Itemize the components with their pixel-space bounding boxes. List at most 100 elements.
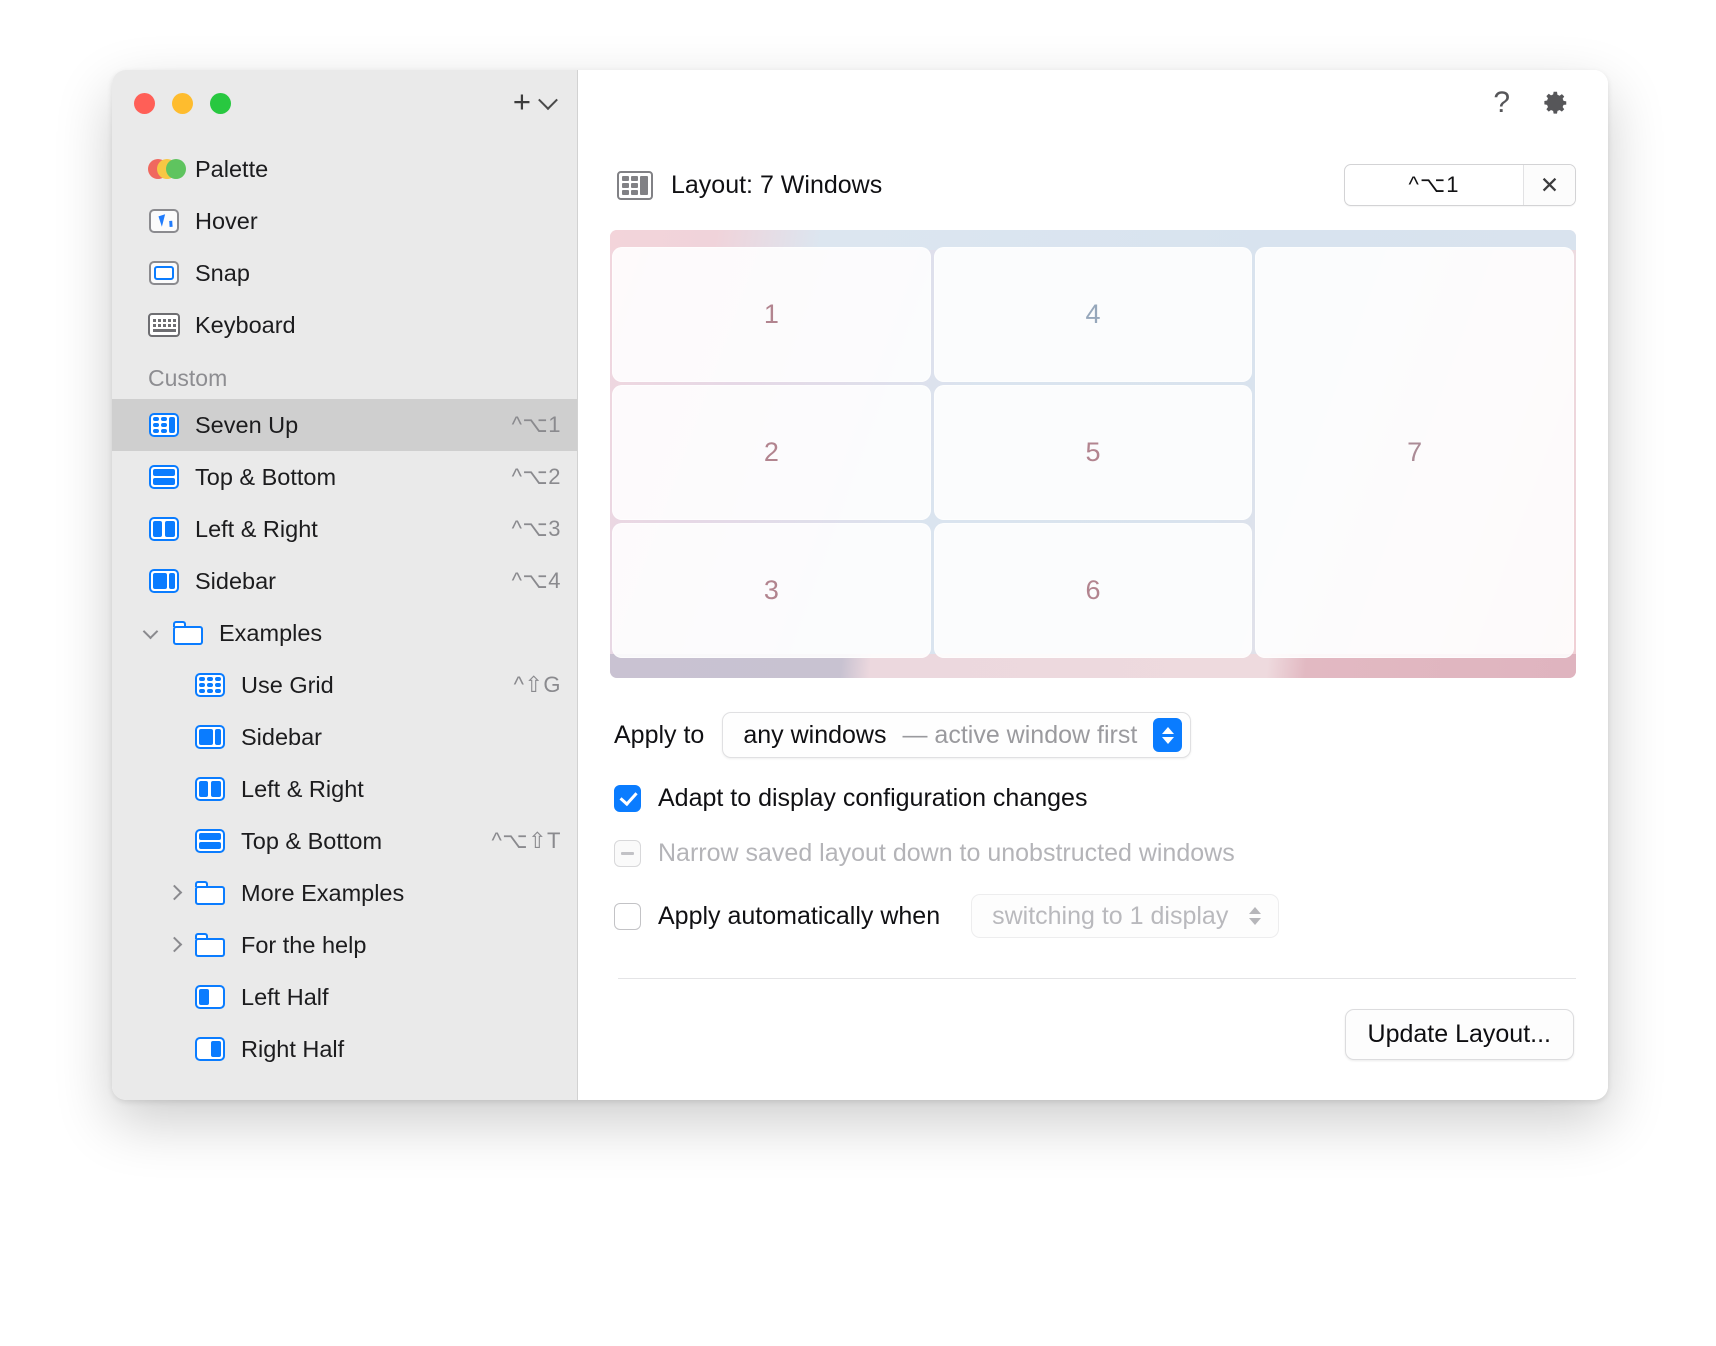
add-layout-button[interactable]: + bbox=[513, 86, 531, 121]
shortcut-value[interactable]: ^⌥1 bbox=[1345, 165, 1523, 205]
sidebar-item-label: Left & Right bbox=[195, 515, 318, 542]
minimize-button[interactable] bbox=[172, 92, 193, 114]
sidebar-item-seven-up[interactable]: Seven Up ^⌥1 bbox=[112, 399, 577, 451]
sidebar-item-label: Sidebar bbox=[195, 567, 276, 594]
cursor-icon bbox=[148, 205, 180, 237]
left-right-icon bbox=[194, 773, 226, 805]
sidebar-item-label: Palette bbox=[195, 155, 269, 182]
left-half-icon bbox=[194, 981, 226, 1013]
sidebar-item-label: Right Half bbox=[241, 1035, 345, 1062]
clear-shortcut-icon[interactable]: ✕ bbox=[1523, 165, 1575, 205]
auto-apply-checkbox[interactable] bbox=[614, 902, 641, 930]
sidebar-item-label: Hover bbox=[195, 207, 258, 234]
grid-icon bbox=[194, 669, 226, 701]
sidebar-item-use-grid[interactable]: Use Grid ^⇧G bbox=[112, 659, 577, 711]
sidebar-item-label: Top & Bottom bbox=[241, 827, 383, 854]
preview-tile[interactable]: 6 bbox=[933, 523, 1253, 658]
sidebar-item-snap[interactable]: Snap bbox=[112, 247, 577, 299]
chevron-down-icon[interactable] bbox=[142, 622, 164, 644]
sidebar-folder-label: For the help bbox=[241, 931, 367, 958]
adapt-display-label: Adapt to display configuration changes bbox=[658, 784, 1088, 812]
preview-tile[interactable]: 5 bbox=[933, 385, 1253, 520]
sidebar-item-label: Snap bbox=[195, 259, 250, 286]
apply-to-value: any windows bbox=[743, 720, 887, 749]
zoom-button[interactable] bbox=[210, 92, 231, 114]
auto-apply-label: Apply automatically when bbox=[658, 901, 941, 930]
folder-icon bbox=[172, 617, 204, 649]
preview-tile[interactable]: 1 bbox=[612, 247, 931, 382]
main-toolbar: ? bbox=[610, 70, 1576, 136]
sidebar-item-shortcut: ^⌥⇧T bbox=[491, 828, 561, 853]
sidebar-folder-more-examples[interactable]: More Examples bbox=[112, 867, 577, 919]
narrow-layout-checkbox bbox=[614, 840, 641, 867]
sidebar-folder-for-the-help[interactable]: For the help bbox=[112, 919, 577, 971]
apply-to-value-detail: — active window first bbox=[902, 720, 1138, 749]
chevron-updown-icon[interactable] bbox=[1153, 718, 1183, 752]
right-half-icon bbox=[194, 1033, 226, 1065]
sidebar-folder-examples[interactable]: Examples bbox=[112, 607, 577, 659]
apply-to-select[interactable]: any windows — active window first bbox=[722, 712, 1192, 758]
section-divider bbox=[618, 978, 1576, 979]
chevron-right-icon[interactable] bbox=[164, 882, 186, 904]
palette-icon bbox=[148, 153, 186, 185]
adapt-display-row[interactable]: Adapt to display configuration changes bbox=[614, 784, 1576, 813]
auto-apply-row[interactable]: Apply automatically when switching to 1 … bbox=[614, 894, 1576, 938]
sidebar-item-label: Keyboard bbox=[195, 311, 296, 338]
auto-apply-select[interactable]: switching to 1 display bbox=[971, 894, 1280, 938]
help-icon[interactable]: ? bbox=[1493, 88, 1510, 118]
preview-tiles: 1 2 3 4 5 6 7 bbox=[612, 247, 1574, 658]
sidebar-item-example-sidebar[interactable]: Sidebar bbox=[112, 711, 577, 763]
shortcut-field[interactable]: ^⌥1 ✕ bbox=[1344, 164, 1576, 206]
preview-tile[interactable]: 7 bbox=[1255, 247, 1574, 658]
chevron-down-icon[interactable] bbox=[538, 90, 558, 111]
sidebar-item-label: Left Half bbox=[241, 983, 329, 1010]
layout-controls: Apply to any windows — active window fir… bbox=[610, 678, 1576, 1060]
narrow-layout-label: Narrow saved layout down to unobstructed… bbox=[658, 839, 1235, 867]
app-window: + Palette Hover Snap Keyboard Custom Sev… bbox=[112, 70, 1608, 1100]
sidebar-item-shortcut: ^⌥2 bbox=[511, 464, 561, 489]
update-layout-button[interactable]: Update Layout... bbox=[1344, 1009, 1574, 1060]
sidebar-item-left-half[interactable]: Left Half bbox=[112, 971, 577, 1023]
auto-apply-select-value: switching to 1 display bbox=[992, 901, 1229, 930]
chevron-updown-icon[interactable] bbox=[1244, 901, 1266, 931]
sidebar-item-keyboard[interactable]: Keyboard bbox=[112, 299, 577, 351]
sidebar-list: Palette Hover Snap Keyboard Custom Seven… bbox=[112, 136, 577, 1100]
sidebar-item-top-bottom[interactable]: Top & Bottom ^⌥2 bbox=[112, 451, 577, 503]
sidebar-item-sidebar-custom[interactable]: Sidebar ^⌥4 bbox=[112, 555, 577, 607]
chevron-right-icon[interactable] bbox=[164, 934, 186, 956]
sidebar-item-hover[interactable]: Hover bbox=[112, 195, 577, 247]
sidebar-item-shortcut: ^⌥1 bbox=[511, 412, 561, 437]
sidebar-item-label: Top & Bottom bbox=[195, 463, 337, 490]
sidebar-item-example-left-right[interactable]: Left & Right bbox=[112, 763, 577, 815]
sidebar-item-shortcut: ^⇧G bbox=[513, 672, 561, 697]
sidebar-item-example-top-bottom[interactable]: Top & Bottom ^⌥⇧T bbox=[112, 815, 577, 867]
window-titlebar: + bbox=[112, 70, 577, 136]
main-panel: ? Layout: 7 Windows ^⌥1 ✕ 1 2 3 4 5 6 7 … bbox=[578, 70, 1608, 1100]
sidebar-group-custom: Custom bbox=[148, 364, 228, 391]
sidebar-icon bbox=[148, 565, 180, 597]
preview-tile[interactable]: 3 bbox=[612, 523, 931, 658]
footer-actions: Update Layout... bbox=[614, 1009, 1576, 1060]
apply-to-row: Apply to any windows — active window fir… bbox=[614, 712, 1576, 758]
sidebar-item-left-right[interactable]: Left & Right ^⌥3 bbox=[112, 503, 577, 555]
grid-7-icon bbox=[148, 409, 180, 441]
folder-icon bbox=[194, 929, 226, 961]
sidebar-item-label: Use Grid bbox=[241, 671, 334, 698]
screen: + Palette Hover Snap Keyboard Custom Sev… bbox=[0, 0, 1716, 1346]
keyboard-icon bbox=[148, 309, 180, 341]
left-right-icon bbox=[148, 513, 180, 545]
apply-to-label: Apply to bbox=[614, 720, 705, 749]
gear-icon[interactable] bbox=[1540, 88, 1570, 118]
sidebar-item-palette[interactable]: Palette bbox=[112, 143, 577, 195]
preview-tile[interactable]: 2 bbox=[612, 385, 931, 520]
sidebar-item-right-half[interactable]: Right Half bbox=[112, 1023, 577, 1075]
traffic-lights bbox=[134, 92, 231, 114]
preview-tile[interactable]: 4 bbox=[933, 247, 1253, 382]
sidebar-item-shortcut: ^⌥3 bbox=[511, 516, 561, 541]
layout-preview[interactable]: 1 2 3 4 5 6 7 bbox=[610, 230, 1576, 678]
adapt-display-checkbox[interactable] bbox=[614, 785, 641, 812]
sidebar-item-label: Left & Right bbox=[241, 775, 364, 802]
snap-icon bbox=[148, 257, 180, 289]
layout-header: Layout: 7 Windows ^⌥1 ✕ bbox=[610, 162, 1576, 208]
close-button[interactable] bbox=[134, 92, 155, 114]
